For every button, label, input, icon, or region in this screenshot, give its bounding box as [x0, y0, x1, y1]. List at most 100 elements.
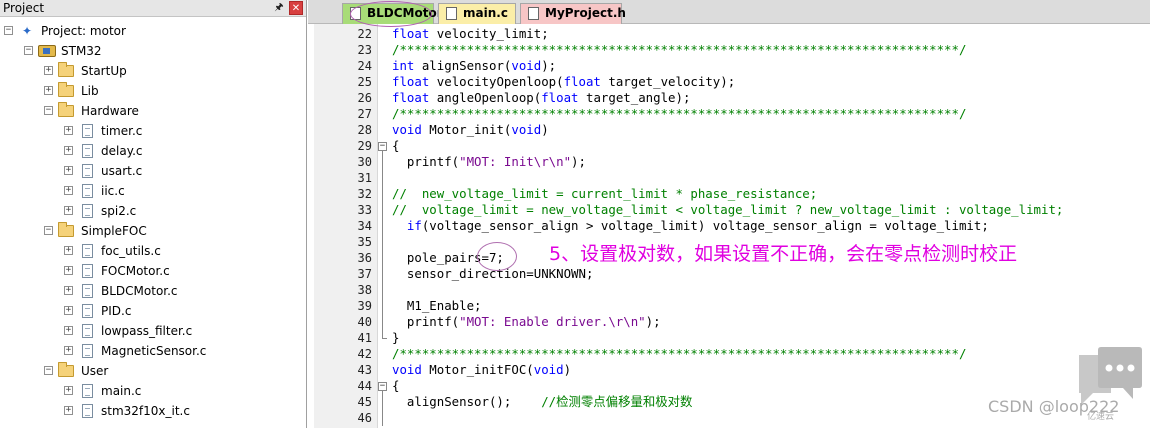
- code-token: }: [392, 330, 400, 345]
- code-view[interactable]: 22 float velocity_limit; 23 /**************…: [308, 24, 1150, 428]
- expand-icon[interactable]: +: [64, 326, 73, 335]
- code-token: /***************************************…: [392, 346, 967, 361]
- code-line: printf("MOT: Init\r\n");: [392, 154, 1150, 170]
- code-token: "MOT: Init\r\n": [459, 154, 572, 169]
- code-line: /***************************************…: [392, 42, 1150, 58]
- expand-icon[interactable]: +: [64, 306, 73, 315]
- collapse-icon[interactable]: −: [24, 46, 33, 55]
- code-token: // new_voltage_limit = current_limit * p…: [392, 186, 818, 201]
- expand-icon[interactable]: +: [64, 186, 73, 195]
- code-token: M1_Enable;: [392, 298, 482, 313]
- expand-icon[interactable]: +: [64, 346, 73, 355]
- code-token: target_velocity);: [600, 74, 736, 89]
- tree-item-bldcmotor-c[interactable]: + BLDCMotor.c: [0, 281, 300, 301]
- tree-item-spi2-c[interactable]: + spi2.c: [0, 201, 300, 221]
- tree-item-label: STM32: [61, 44, 102, 58]
- code-token: void: [533, 362, 564, 377]
- fold-guide: [382, 250, 383, 266]
- line-number: 39: [357, 299, 372, 313]
- tree-item-user[interactable]: − User: [0, 361, 300, 381]
- file-icon: [82, 404, 93, 418]
- pin-icon[interactable]: 🖈: [272, 1, 286, 15]
- line-number: 30: [357, 155, 372, 169]
- line-number: 24: [357, 59, 372, 73]
- expand-icon[interactable]: +: [64, 206, 73, 215]
- tree-item-lowpass-filter-c[interactable]: + lowpass_filter.c: [0, 321, 300, 341]
- expand-icon[interactable]: +: [64, 146, 73, 155]
- fold-guide: [382, 234, 383, 250]
- value-highlight-circle: [477, 242, 517, 271]
- fold-guide: [382, 314, 383, 330]
- line-number: 26: [357, 91, 372, 105]
- code-line: /***************************************…: [392, 106, 1150, 122]
- tree-item-magneticsensor-c[interactable]: + MagneticSensor.c: [0, 341, 300, 361]
- expand-icon[interactable]: +: [44, 86, 53, 95]
- code-token: (voltage_sensor_align > voltage_limit) v…: [421, 218, 989, 233]
- tree-item-lib[interactable]: + Lib: [0, 81, 300, 101]
- fold-toggle-icon[interactable]: −: [378, 142, 387, 151]
- tree-item-stm32f10x-it-c[interactable]: + stm32f10x_it.c: [0, 401, 300, 421]
- tree-item-project-motor[interactable]: − ✦ Project: motor: [0, 21, 300, 41]
- tree-item-label: lowpass_filter.c: [101, 324, 193, 338]
- tree-item-timer-c[interactable]: + timer.c: [0, 121, 300, 141]
- collapse-icon[interactable]: −: [44, 366, 53, 375]
- code-token: angleOpenloop(: [429, 90, 542, 105]
- tree-item-label: usart.c: [101, 164, 143, 178]
- tree-item-focmotor-c[interactable]: + FOCMotor.c: [0, 261, 300, 281]
- line-number: 42: [357, 347, 372, 361]
- tree-item-label: User: [81, 364, 109, 378]
- code-token: void: [511, 122, 542, 137]
- expand-icon[interactable]: +: [64, 166, 73, 175]
- code-token: Motor_init(: [421, 122, 512, 137]
- tab-label: main.c: [463, 6, 508, 20]
- collapse-icon[interactable]: −: [44, 226, 53, 235]
- tree-item-label: spi2.c: [101, 204, 137, 218]
- expand-icon[interactable]: +: [64, 266, 73, 275]
- tree-item-label: iic.c: [101, 184, 125, 198]
- folder-icon: [58, 222, 74, 237]
- tree-item-hardware[interactable]: − Hardware: [0, 101, 300, 121]
- close-icon[interactable]: ✕: [289, 1, 303, 15]
- tree-item-simplefoc[interactable]: − SimpleFOC: [0, 221, 300, 241]
- code-line: // new_voltage_limit = current_limit * p…: [392, 186, 1150, 202]
- collapse-icon[interactable]: −: [44, 106, 53, 115]
- editor-tab-bar: BLDCMotor.c main.c MyProject.h: [308, 0, 1150, 24]
- line-number: 28: [357, 123, 372, 137]
- fold-guide: [382, 282, 383, 298]
- code-token: ): [563, 362, 572, 377]
- tree-item-iic-c[interactable]: + iic.c: [0, 181, 300, 201]
- fold-toggle-icon[interactable]: −: [378, 382, 387, 391]
- expand-icon[interactable]: +: [64, 126, 73, 135]
- file-icon: [82, 324, 93, 338]
- tree-item-pid-c[interactable]: + PID.c: [0, 301, 300, 321]
- tree-item-usart-c[interactable]: + usart.c: [0, 161, 300, 181]
- code-token: int: [392, 58, 415, 73]
- code-token: void: [392, 362, 422, 377]
- project-icon: ✦: [22, 24, 33, 38]
- tab-myproject-h[interactable]: MyProject.h: [520, 3, 626, 24]
- file-icon: [82, 144, 93, 158]
- file-icon: [446, 7, 457, 20]
- tree-item-label: FOCMotor.c: [101, 264, 170, 278]
- folder-icon: [58, 362, 74, 377]
- tree-item-delay-c[interactable]: + delay.c: [0, 141, 300, 161]
- expand-icon[interactable]: +: [44, 66, 53, 75]
- code-line: void Motor_init(void): [392, 122, 1150, 138]
- tree-item-stm32[interactable]: − STM32: [0, 41, 300, 61]
- line-number: 37: [357, 267, 372, 281]
- file-icon: [82, 184, 93, 198]
- tab-main-c[interactable]: main.c: [438, 3, 516, 24]
- line-number: 36: [357, 251, 372, 265]
- tab-label: MyProject.h: [545, 6, 626, 20]
- tree-item-startup[interactable]: + StartUp: [0, 61, 300, 81]
- tree-item-foc-utils-c[interactable]: + foc_utils.c: [0, 241, 300, 261]
- expand-icon[interactable]: +: [64, 246, 73, 255]
- expand-icon[interactable]: +: [64, 406, 73, 415]
- expand-icon[interactable]: +: [64, 286, 73, 295]
- tree-item-main-c[interactable]: + main.c: [0, 381, 300, 401]
- fold-guide: [382, 170, 383, 186]
- collapse-icon[interactable]: −: [4, 26, 13, 35]
- tree-item-label: Hardware: [81, 104, 139, 118]
- expand-icon[interactable]: +: [64, 386, 73, 395]
- code-line: int alignSensor(void);: [392, 58, 1150, 74]
